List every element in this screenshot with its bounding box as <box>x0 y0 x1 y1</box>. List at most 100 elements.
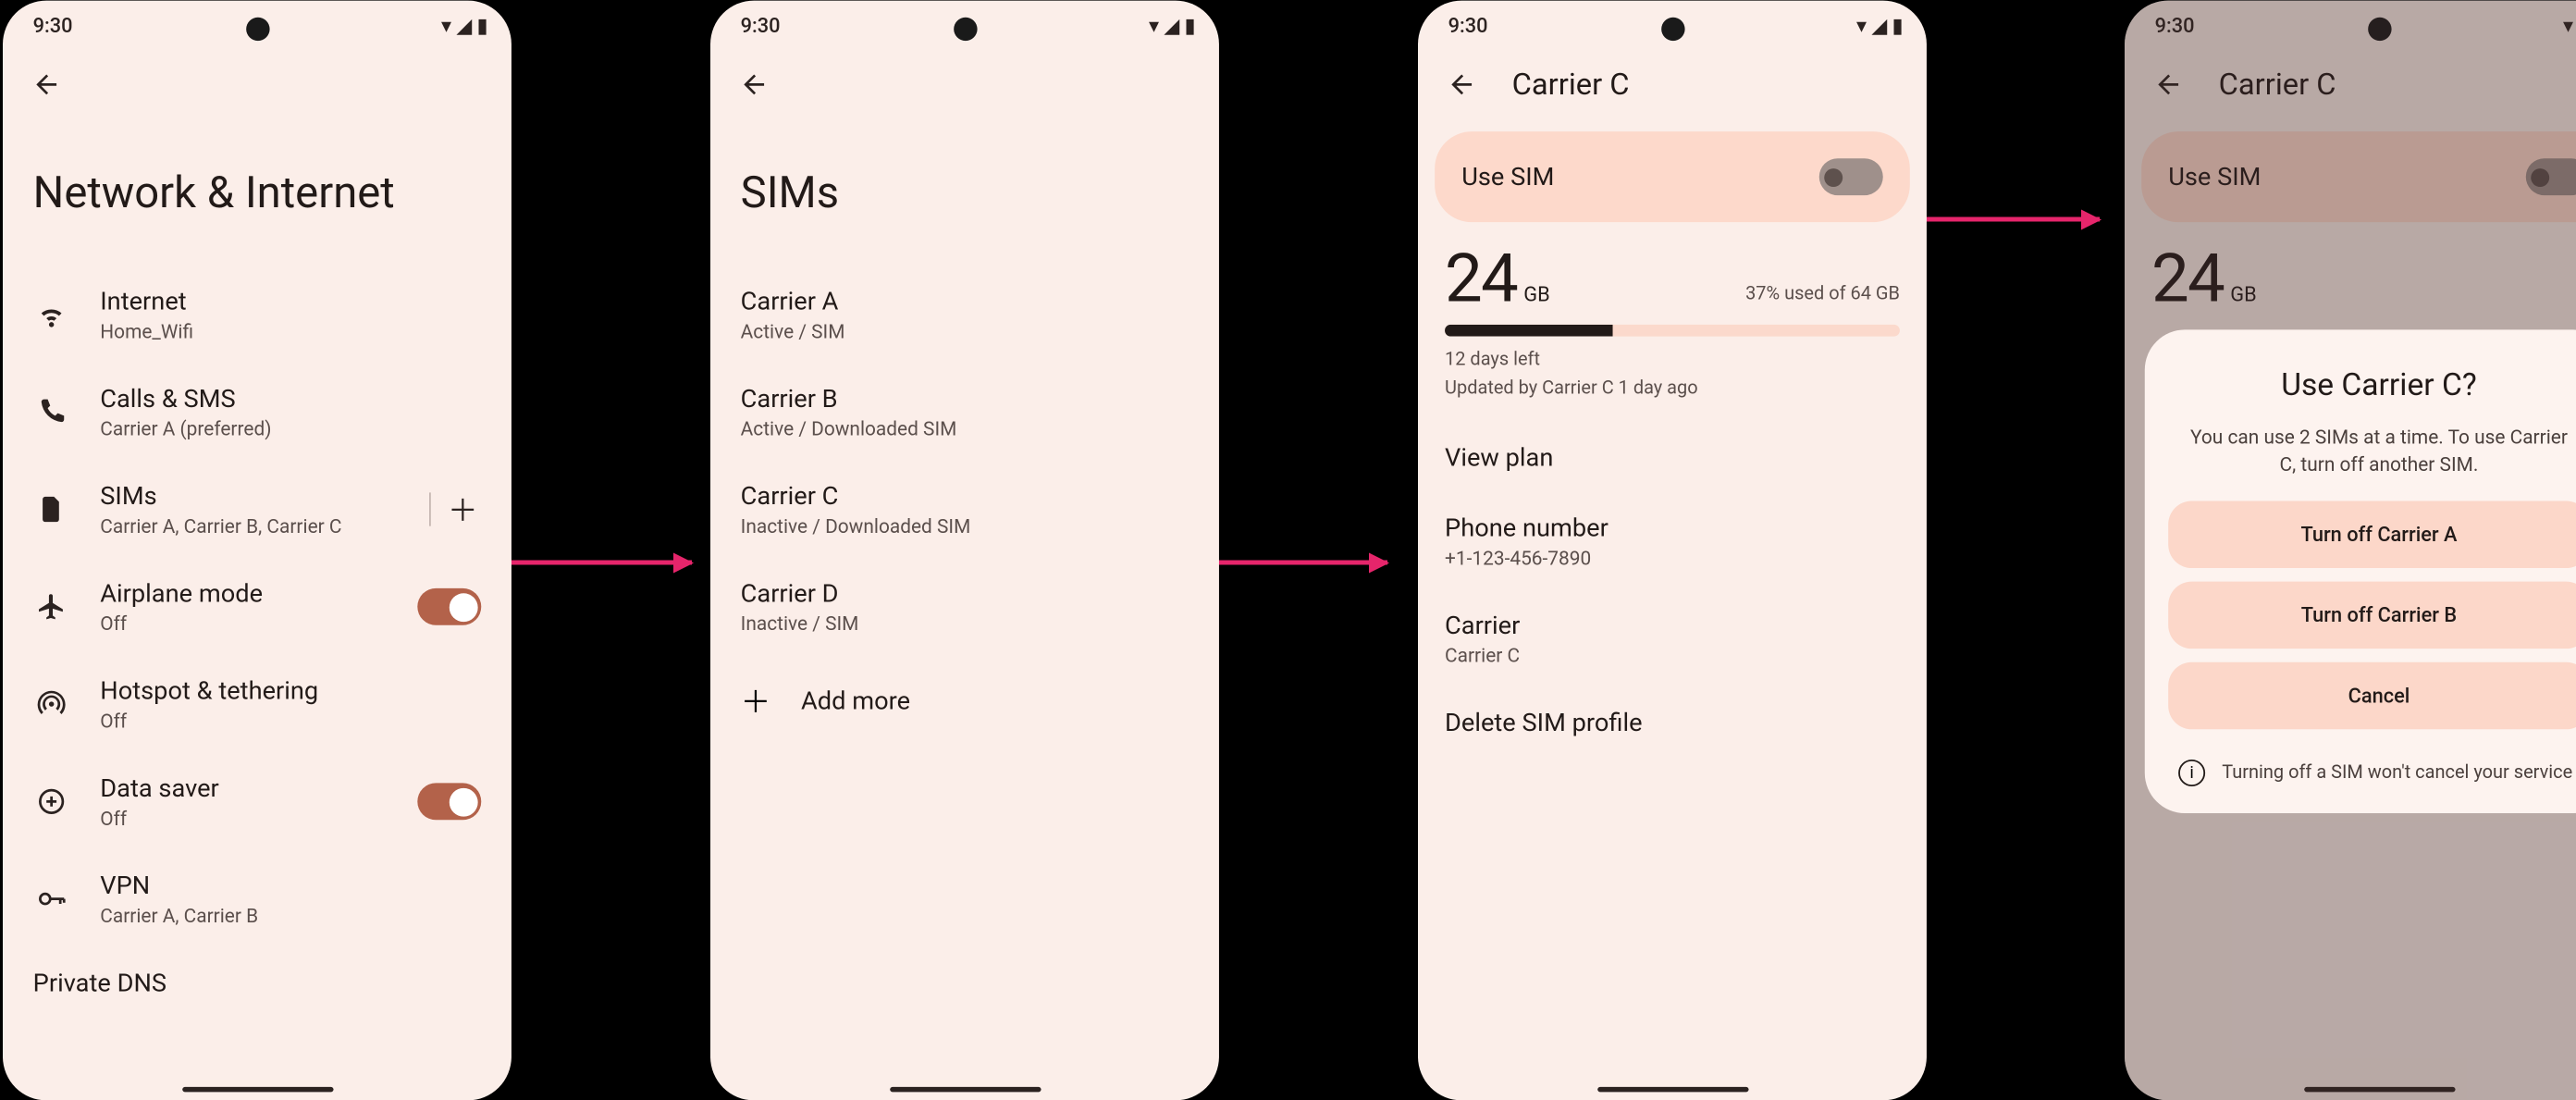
days-left: 12 days left <box>1445 346 1900 374</box>
sim-name: Carrier D <box>741 577 1189 608</box>
dialog-desc: You can use 2 SIMs at a time. To use Car… <box>2168 423 2576 501</box>
usage-bar <box>1445 324 1900 336</box>
view-plan-item[interactable]: View plan <box>1418 422 1927 492</box>
add-more-label: Add more <box>801 686 910 716</box>
turn-off-carrier-a-button[interactable]: Turn off Carrier A <box>2168 501 2576 568</box>
row-airplane[interactable]: Airplane mode Off <box>3 558 512 655</box>
signal-status-icon: ◢ <box>1164 14 1179 37</box>
status-bar: 9:30 ▾◢▮ <box>2125 0 2576 43</box>
usage-bar-fill <box>1445 324 1613 336</box>
info-icon: i <box>2178 760 2205 786</box>
camera-punchhole <box>2367 17 2390 40</box>
row-vpn[interactable]: VPN Carrier A, Carrier B <box>3 849 512 946</box>
item-title: Carrier <box>1445 610 1900 640</box>
row-title: Calls & SMS <box>100 383 481 414</box>
back-arrow-icon <box>739 69 770 100</box>
row-title: Private DNS <box>33 968 482 998</box>
row-hotspot[interactable]: Hotspot & tethering Off <box>3 655 512 752</box>
data-usage-block: 24GB 37% used of 64 GB 12 days left Upda… <box>1418 235 1927 421</box>
row-sims[interactable]: SIMsCarrier A, Carrier B, Carrier C ＋ <box>3 460 512 557</box>
sim-status: Inactive / SIM <box>741 612 1189 635</box>
row-datasaver[interactable]: Data saverOff <box>3 752 512 849</box>
turn-off-carrier-b-button[interactable]: Turn off Carrier B <box>2168 581 2576 649</box>
sim-item-carrier-a[interactable]: Carrier AActive / SIM <box>710 266 1219 363</box>
data-pct: 37% used of 64 GB <box>1745 282 1900 304</box>
dialog-note-text: Turning off a SIM won't cancel your serv… <box>2222 760 2572 785</box>
add-more-button[interactable]: ＋ Add more <box>710 655 1219 746</box>
phone-icon <box>33 393 70 430</box>
plus-icon: ＋ <box>741 678 771 722</box>
datasaver-toggle[interactable] <box>417 783 481 820</box>
row-sub: Off <box>100 709 481 732</box>
data-unit: GB <box>1523 282 1549 305</box>
use-carrier-dialog: Use Carrier C? You can use 2 SIMs at a t… <box>2145 329 2576 813</box>
wifi-status-icon: ▾ <box>1149 14 1159 37</box>
sim-name: Carrier B <box>741 383 1189 414</box>
row-internet[interactable]: Internet Home_Wifi <box>3 266 512 363</box>
row-title: Internet <box>100 286 481 316</box>
phone-screen-sims: 9:30 ▾◢▮ SIMs Carrier AActive / SIM Carr… <box>710 0 1219 1100</box>
back-button[interactable] <box>731 60 778 107</box>
camera-punchhole <box>1660 17 1683 40</box>
row-sub: Carrier A, Carrier B <box>100 904 481 927</box>
signal-status-icon: ◢ <box>1871 14 1887 37</box>
item-sub: Carrier C <box>1445 643 1900 666</box>
status-time: 9:30 <box>33 14 73 37</box>
wifi-icon <box>33 296 70 333</box>
phone-number-item[interactable]: Phone number+1-123-456-7890 <box>1418 492 1927 589</box>
battery-status-icon: ▮ <box>477 14 488 37</box>
row-sub: Carrier A (preferred) <box>100 416 481 439</box>
divider <box>429 492 431 525</box>
sim-name: Carrier C <box>741 480 1189 511</box>
gesture-bar <box>889 1085 1040 1091</box>
datasaver-icon <box>33 783 70 820</box>
row-sub: Home_Wifi <box>100 319 481 342</box>
back-button[interactable] <box>2145 60 2192 107</box>
sim-item-carrier-d[interactable]: Carrier D Inactive / SIM <box>710 558 1219 655</box>
back-button[interactable] <box>23 60 70 107</box>
data-usage-block: 24GB <box>2125 235 2576 338</box>
sim-item-carrier-c[interactable]: Carrier CInactive / Downloaded SIM <box>710 460 1219 557</box>
use-sim-toggle[interactable] <box>1819 158 1883 195</box>
item-sub: +1-123-456-7890 <box>1445 546 1900 569</box>
use-sim-card: Use SIM <box>1435 131 1910 222</box>
row-title: SIMs <box>100 480 399 511</box>
dialog-title: Use Carrier C? <box>2168 366 2576 403</box>
phone-screen-carrier-detail: 9:30 ▾◢▮ Carrier C Use SIM 24GB 37% used… <box>1418 0 1927 1100</box>
gesture-bar <box>1596 1085 1747 1091</box>
row-calls-sms[interactable]: Calls & SMSCarrier A (preferred) <box>3 363 512 460</box>
use-sim-toggle[interactable] <box>2526 158 2576 195</box>
sim-status: Active / SIM <box>741 319 1189 342</box>
cancel-button[interactable]: Cancel <box>2168 662 2576 730</box>
row-title: Hotspot & tethering <box>100 675 481 706</box>
use-sim-label: Use SIM <box>1461 161 1554 192</box>
sim-status: Inactive / Downloaded SIM <box>741 513 1189 537</box>
toolbar-title: Carrier C <box>2219 67 2336 102</box>
row-sub: Off <box>100 806 387 829</box>
wifi-status-icon: ▾ <box>441 14 451 37</box>
airplane-icon <box>33 587 70 624</box>
updated-text: Updated by Carrier C 1 day ago <box>1445 374 1900 402</box>
sim-icon <box>33 490 70 527</box>
signal-status-icon: ◢ <box>456 14 472 37</box>
item-title: View plan <box>1445 441 1900 472</box>
delete-sim-item[interactable]: Delete SIM profile <box>1418 686 1927 757</box>
data-amount: 24 <box>2151 239 2224 317</box>
back-arrow-icon <box>1447 69 1477 100</box>
row-private-dns[interactable]: Private DNS <box>3 947 512 997</box>
sim-item-carrier-b[interactable]: Carrier BActive / Downloaded SIM <box>710 363 1219 460</box>
row-title: VPN <box>100 870 481 900</box>
back-button[interactable] <box>1438 60 1485 107</box>
airplane-toggle[interactable] <box>417 587 481 624</box>
page-title: SIMs <box>710 124 1219 265</box>
add-sim-button[interactable]: ＋ <box>444 490 481 527</box>
item-title: Delete SIM profile <box>1445 707 1900 737</box>
status-time: 9:30 <box>2155 14 2195 37</box>
row-sub: Carrier A, Carrier B, Carrier C <box>100 513 399 537</box>
row-sub: Off <box>100 612 387 635</box>
back-arrow-icon <box>2153 69 2184 100</box>
dialog-note: i Turning off a SIM won't cancel your se… <box>2168 743 2576 786</box>
gesture-bar <box>2303 1085 2454 1091</box>
row-title: Airplane mode <box>100 577 387 608</box>
carrier-item[interactable]: Carrier Carrier C <box>1418 589 1927 686</box>
